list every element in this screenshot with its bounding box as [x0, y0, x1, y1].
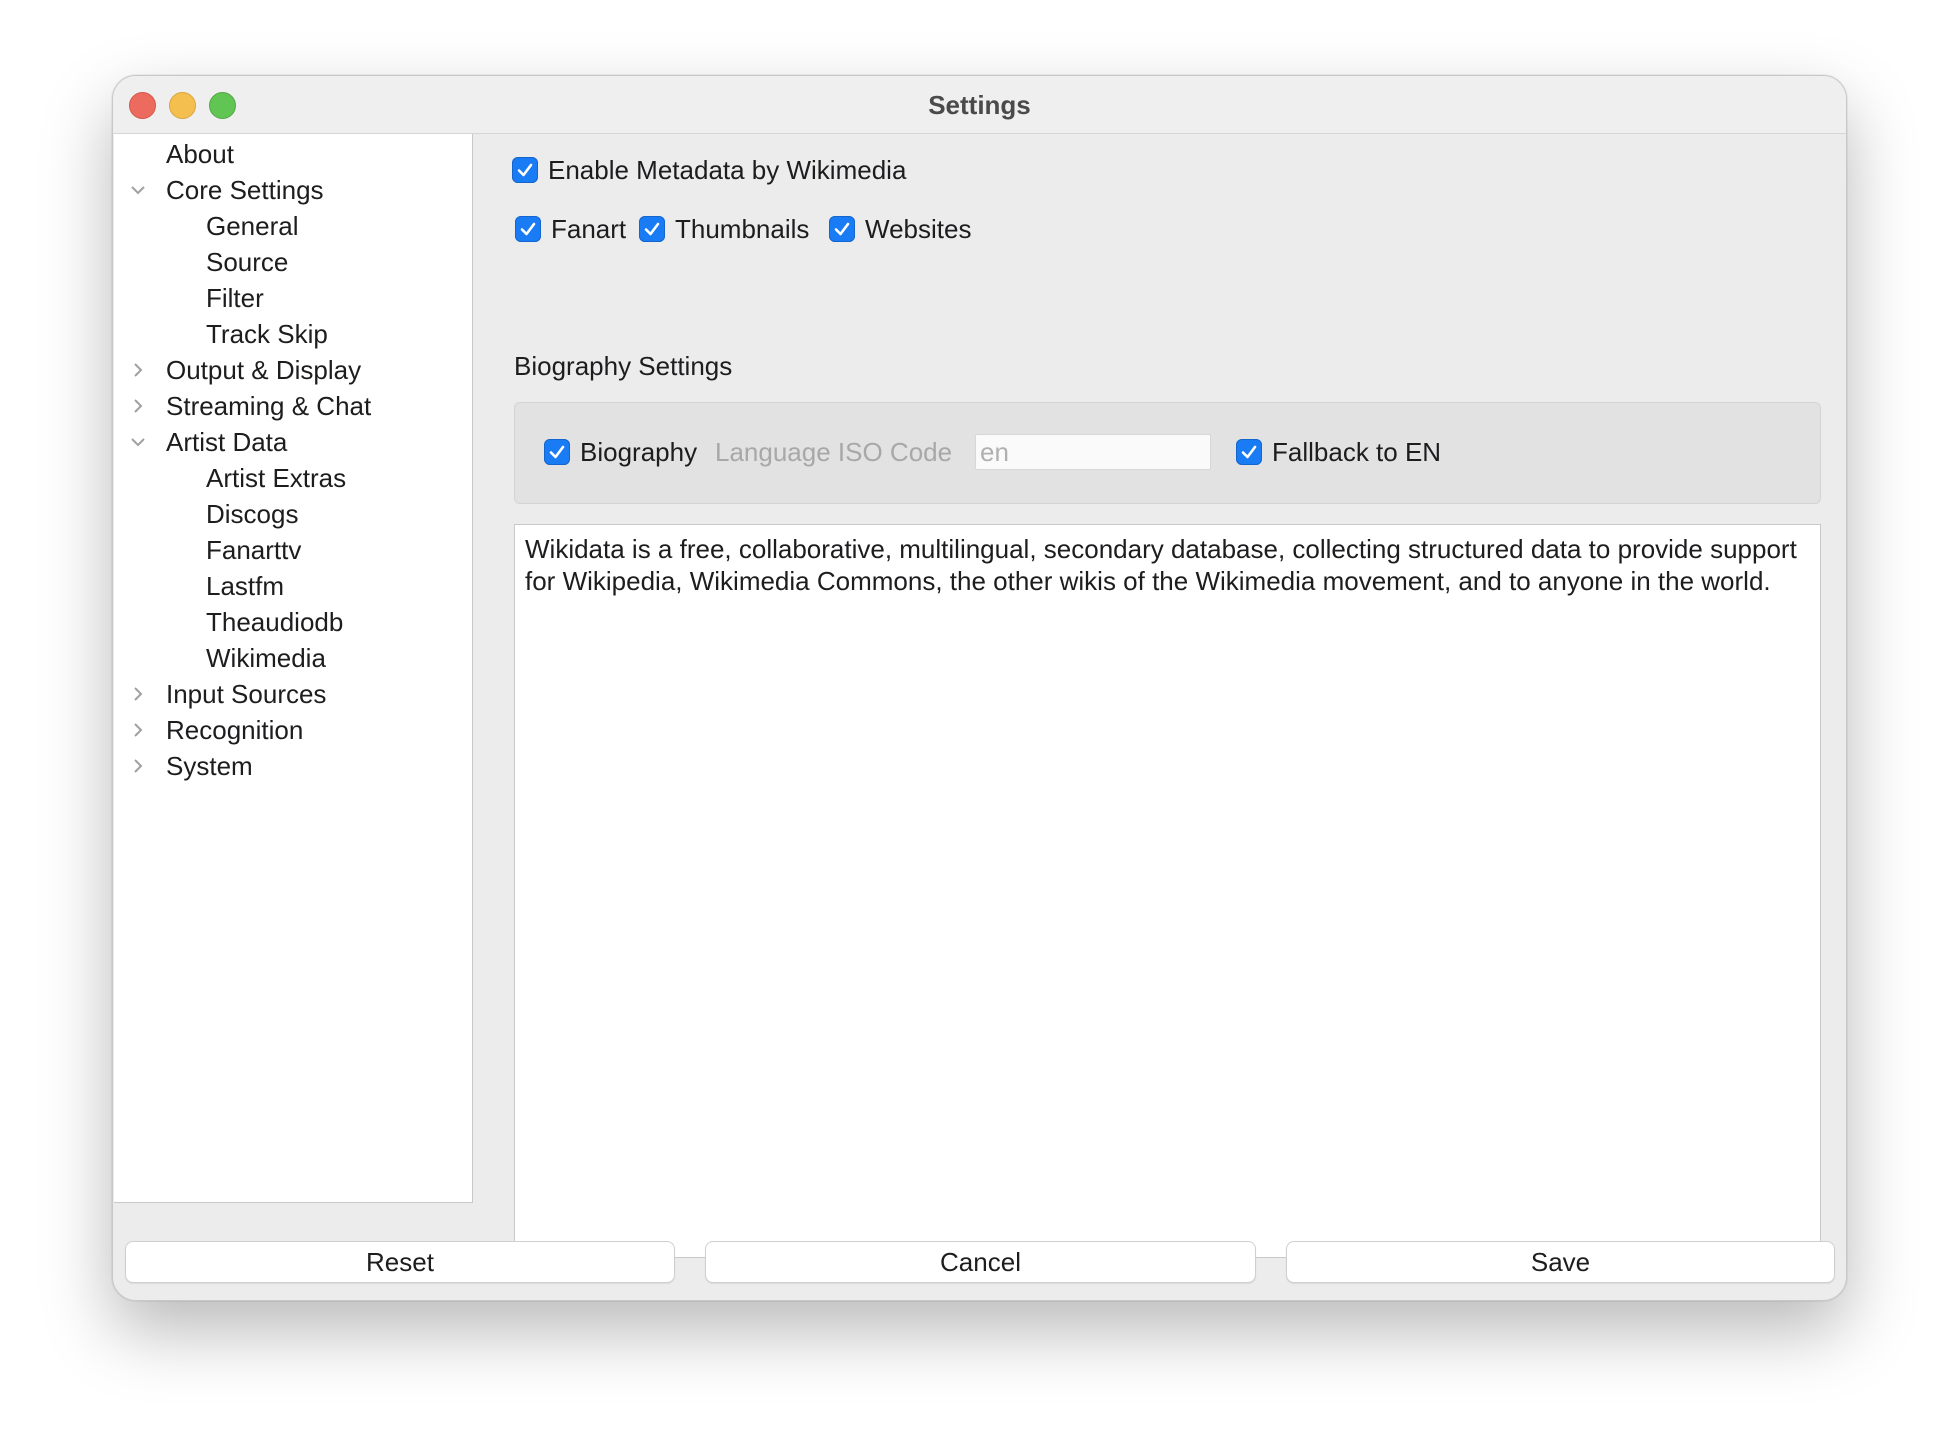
tree-item-label: Artist Extras [206, 463, 347, 493]
tree-item-label: Theaudiodb [206, 607, 344, 637]
checkmark-icon [1241, 445, 1257, 459]
chevron-down-icon[interactable] [128, 424, 148, 460]
biography-settings-group: Biography Language ISO Code Fallback to … [514, 402, 1821, 504]
checkmark-icon [644, 222, 660, 236]
tree-item-label: About [166, 139, 234, 169]
settings-window: Settings About Core Settings General Sou… [112, 75, 1847, 1301]
tree-item-label: Lastfm [206, 571, 285, 601]
tree-item-recognition[interactable]: Recognition [114, 712, 470, 748]
tree-item-lastfm[interactable]: Lastfm [114, 568, 470, 604]
tree-item-label: Core Settings [166, 175, 324, 205]
checkmark-icon [520, 222, 536, 236]
tree-item-label: Source [206, 247, 289, 277]
fallback-en-label: Fallback to EN [1272, 437, 1442, 467]
tree-item-theaudiodb[interactable]: Theaudiodb [114, 604, 470, 640]
chevron-right-icon[interactable] [128, 676, 148, 712]
checkmark-icon [517, 163, 533, 177]
language-iso-label: Language ISO Code [715, 437, 953, 467]
tree-item-label: Output & Display [166, 355, 362, 385]
tree-item-artist-extras[interactable]: Artist Extras [114, 460, 470, 496]
fallback-en-checkbox[interactable] [1236, 439, 1262, 465]
tree-item-label: Wikimedia [206, 643, 326, 673]
chevron-right-icon[interactable] [128, 388, 148, 424]
settings-tree[interactable]: About Core Settings General Source Filte… [114, 134, 473, 1203]
tree-item-output-display[interactable]: Output & Display [114, 352, 470, 388]
tree-item-label: System [166, 751, 253, 781]
tree-item-fanarttv[interactable]: Fanarttv [114, 532, 470, 568]
tree-item-about[interactable]: About [114, 136, 470, 172]
fanart-checkbox[interactable] [515, 216, 541, 242]
tree-item-label: Recognition [166, 715, 304, 745]
save-button[interactable]: Save [1286, 1241, 1835, 1283]
enable-metadata-checkbox[interactable] [512, 157, 538, 183]
tree-item-source[interactable]: Source [114, 244, 470, 280]
tree-item-label: Track Skip [206, 319, 328, 349]
biography-label: Biography [580, 437, 698, 467]
tree-item-label: Streaming & Chat [166, 391, 372, 421]
tree-item-track-skip[interactable]: Track Skip [114, 316, 470, 352]
tree-item-filter[interactable]: Filter [114, 280, 470, 316]
chevron-down-icon[interactable] [128, 172, 148, 208]
language-iso-input[interactable] [975, 434, 1211, 470]
tree-item-discogs[interactable]: Discogs [114, 496, 470, 532]
thumbnails-checkbox[interactable] [639, 216, 665, 242]
title-bar: Settings [113, 76, 1846, 134]
biography-checkbox[interactable] [544, 439, 570, 465]
wikimedia-settings-panel: Enable Metadata by Wikimedia Fanart Thum… [473, 134, 1846, 1258]
checkmark-icon [549, 445, 565, 459]
websites-checkbox[interactable] [829, 216, 855, 242]
tree-item-general[interactable]: General [114, 208, 470, 244]
tree-item-artist-data[interactable]: Artist Data [114, 424, 470, 460]
websites-label: Websites [865, 214, 972, 244]
biography-settings-title: Biography Settings [514, 351, 733, 381]
description-text-area[interactable]: Wikidata is a free, collaborative, multi… [514, 524, 1821, 1258]
tree-item-label: Input Sources [166, 679, 327, 709]
tree-item-label: Fanarttv [206, 535, 302, 565]
fanart-label: Fanart [551, 214, 627, 244]
tree-item-wikimedia[interactable]: Wikimedia [114, 640, 470, 676]
chevron-right-icon[interactable] [128, 748, 148, 784]
tree-item-input-sources[interactable]: Input Sources [114, 676, 470, 712]
tree-item-label: Artist Data [166, 427, 288, 457]
tree-item-label: General [206, 211, 299, 241]
chevron-right-icon[interactable] [128, 712, 148, 748]
tree-item-label: Discogs [206, 499, 299, 529]
enable-metadata-label: Enable Metadata by Wikimedia [548, 155, 907, 185]
cancel-button[interactable]: Cancel [705, 1241, 1256, 1283]
tree-item-label: Filter [206, 283, 264, 313]
tree-item-system[interactable]: System [114, 748, 470, 784]
reset-button[interactable]: Reset [125, 1241, 675, 1283]
chevron-right-icon[interactable] [128, 352, 148, 388]
checkmark-icon [834, 222, 850, 236]
tree-item-core-settings[interactable]: Core Settings [114, 172, 470, 208]
tree-item-streaming-chat[interactable]: Streaming & Chat [114, 388, 470, 424]
thumbnails-label: Thumbnails [675, 214, 810, 244]
window-title: Settings [928, 90, 1031, 120]
